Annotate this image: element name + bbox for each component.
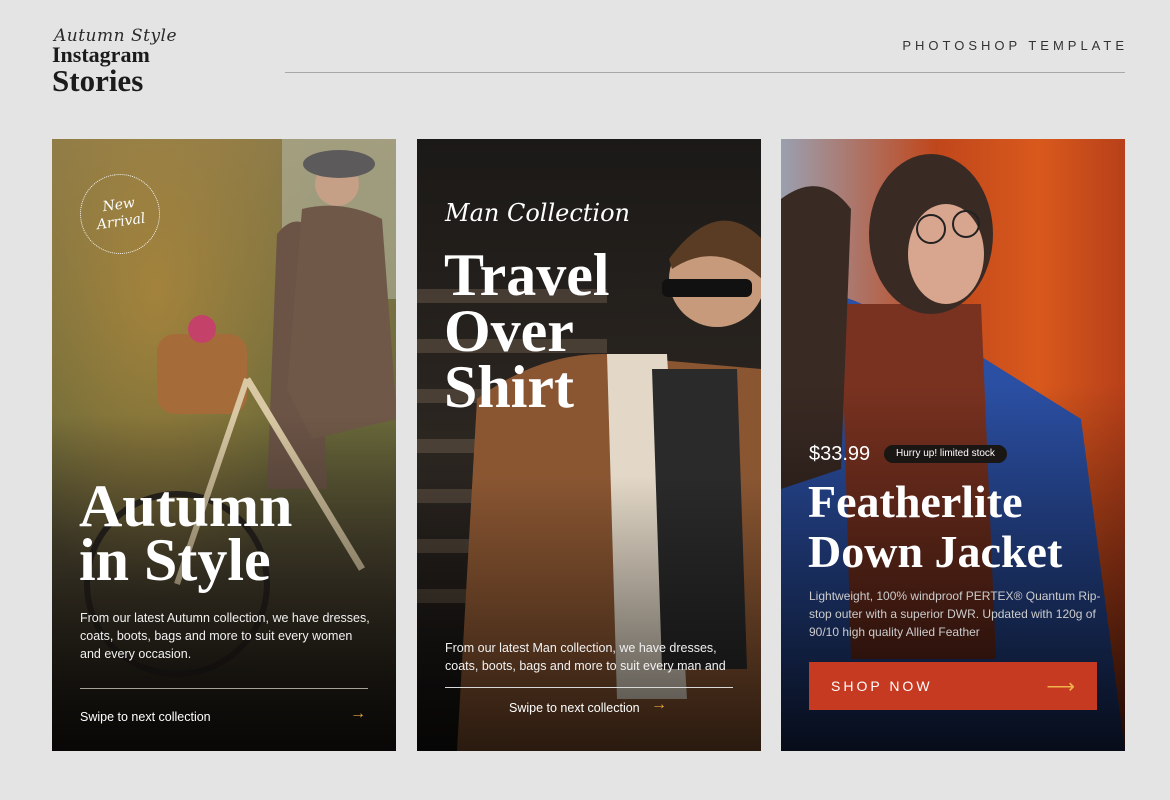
shop-now-label: SHOP NOW (831, 678, 933, 694)
swipe-link[interactable]: Swipe to next collection (80, 710, 211, 724)
arrow-right-icon[interactable]: → (651, 696, 667, 714)
card-divider (445, 687, 733, 688)
limited-stock-badge: Hurry up! limited stock (884, 445, 1007, 463)
card-title: Autumn in Style (79, 473, 293, 593)
arrow-right-icon[interactable]: → (350, 705, 366, 723)
title-line3: Shirt (444, 354, 575, 420)
card-description: From our latest Man collection, we have … (445, 641, 726, 673)
title-line2: in Style (79, 527, 271, 593)
story-card-man[interactable]: Man Collection Travel Over Shirt From ou… (417, 139, 761, 751)
arrow-right-icon: ⟶ (1046, 675, 1075, 698)
title-line1: Featherlite (808, 476, 1023, 527)
title-line1: Travel (444, 242, 610, 308)
card-divider (80, 688, 368, 689)
template-label: PHOTOSHOP TEMPLATE (902, 38, 1128, 53)
card-title: Featherlite Down Jacket (808, 477, 1062, 577)
price-label: $33.99 (809, 443, 871, 465)
story-card-autumn[interactable]: New Arrival Autumn in Style From our late… (52, 139, 396, 751)
card-title: Travel Over Shirt (444, 242, 610, 420)
title-line2: Down Jacket (808, 526, 1063, 577)
card-description: Lightweight, 100% windproof PERTEX® Quan… (809, 589, 1101, 639)
brand-logo: Autumn Style Instagram Stories (52, 26, 192, 96)
card-description: From our latest Autumn collection, we ha… (80, 611, 370, 661)
swipe-link[interactable]: Swipe to next collection (509, 701, 640, 715)
brand-title-line2: Stories (52, 63, 144, 98)
story-card-jacket[interactable]: $33.99 Hurry up! limited stock Featherli… (781, 139, 1125, 751)
header-divider (285, 72, 1125, 73)
title-line1: Autumn (79, 473, 293, 539)
shop-now-button[interactable]: SHOP NOW ⟶ (809, 662, 1097, 710)
collection-script-heading: Man Collection (445, 199, 631, 227)
title-line2: Over (444, 298, 574, 364)
